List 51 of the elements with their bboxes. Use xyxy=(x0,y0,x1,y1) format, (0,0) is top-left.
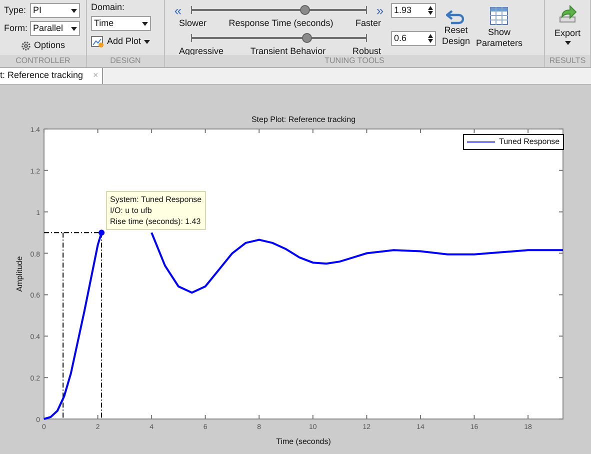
caret-icon xyxy=(564,40,570,44)
section-label: DESIGN xyxy=(87,55,164,67)
legend: Tuned Response xyxy=(463,134,564,150)
slider-track[interactable] xyxy=(191,5,367,15)
section-label: CONTROLLER xyxy=(0,55,86,67)
export-arrow-icon xyxy=(558,5,578,23)
y-axis-label: Amplitude xyxy=(15,256,24,292)
data-tip-marker[interactable] xyxy=(98,230,105,236)
data-tip-line: Rise time (seconds): 1.43 xyxy=(110,216,202,227)
value-spinner[interactable]: 0.6 xyxy=(391,30,436,46)
slider-center-label: Response Time (seconds) xyxy=(228,17,334,30)
slower-arrow-icon[interactable]: « xyxy=(174,4,182,16)
reset-design-button[interactable]: Reset Design xyxy=(442,3,470,58)
data-tip-line: I/O: u to ufb xyxy=(110,205,153,216)
slider-right-label: Robust xyxy=(352,45,381,57)
options-button[interactable]: Options xyxy=(20,39,66,52)
legend-label: Tuned Response xyxy=(499,136,560,148)
spinner-arrows-icon xyxy=(428,6,433,14)
domain-label: Domain: xyxy=(91,3,126,12)
type-dropdown[interactable]: PI xyxy=(30,3,80,18)
value-spinner[interactable]: 1.93 xyxy=(391,2,436,18)
dropdown-arrow-icon xyxy=(142,22,148,26)
slider-track[interactable] xyxy=(191,33,367,43)
document-tab[interactable]: t: Reference tracking × xyxy=(0,68,104,84)
slider-thumb[interactable] xyxy=(302,33,312,43)
type-label: Type: xyxy=(4,4,28,17)
form-dropdown[interactable]: Parallel xyxy=(30,21,80,36)
caret-icon xyxy=(144,40,150,44)
section-label: TUNING TOOLS xyxy=(165,55,544,67)
dropdown-arrow-icon xyxy=(71,26,77,30)
slider-left-label: Slower xyxy=(179,17,207,30)
faster-arrow-icon[interactable]: » xyxy=(376,4,384,16)
section-label: RESULTS xyxy=(545,55,590,67)
x-axis-label: Time (seconds) xyxy=(276,437,331,446)
domain-dropdown[interactable]: Time xyxy=(91,16,151,31)
slider-center-label: Transient Behavior xyxy=(250,45,326,57)
slider-thumb[interactable] xyxy=(300,5,310,15)
dropdown-arrow-icon xyxy=(71,8,77,12)
add-plot-button[interactable]: Add Plot xyxy=(91,35,160,48)
export-button[interactable]: Export xyxy=(549,3,586,44)
form-label: Form: xyxy=(4,22,28,35)
chart-plus-icon xyxy=(91,36,104,48)
gear-icon xyxy=(20,40,31,51)
chart-title: Step Plot: Reference tracking xyxy=(251,115,356,124)
slider-right-label: Faster xyxy=(355,17,381,30)
table-icon xyxy=(490,7,508,25)
spinner-arrows-icon xyxy=(428,34,433,42)
undo-arrow-icon xyxy=(446,9,466,25)
slider-left-label: Aggressive xyxy=(179,45,224,58)
legend-line-icon xyxy=(467,141,495,143)
data-tip-line: System: Tuned Response xyxy=(110,194,202,205)
